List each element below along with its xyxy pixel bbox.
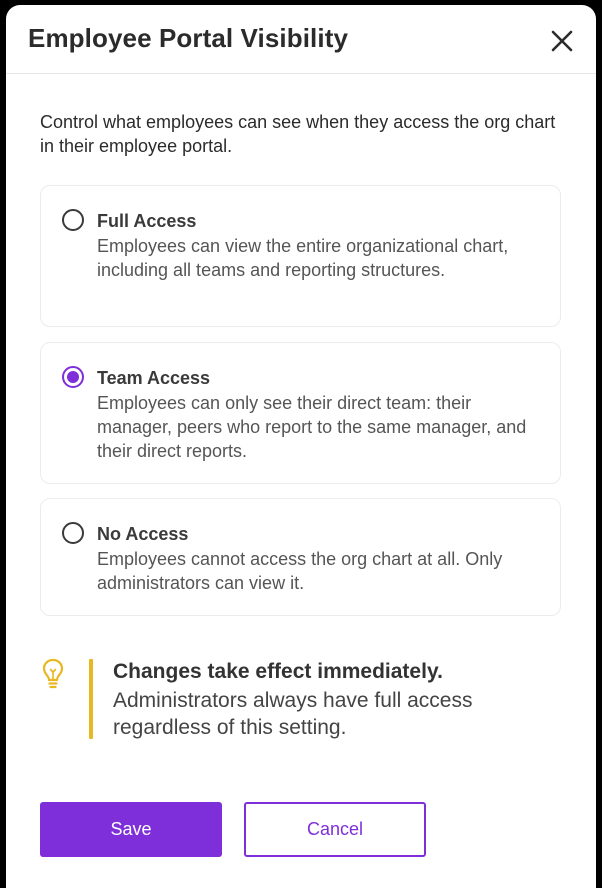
option-description: Employees can view the entire organizati… <box>97 236 509 280</box>
option-no-access[interactable]: No Access Employees cannot access the or… <box>40 498 561 616</box>
cancel-button[interactable]: Cancel <box>244 802 426 857</box>
option-title: Team Access <box>97 368 211 388</box>
dialog-title: Employee Portal Visibility <box>28 23 349 53</box>
radio-team-access[interactable] <box>62 366 84 388</box>
dialog-header: Employee Portal Visibility <box>6 5 596 74</box>
radio-full-access[interactable] <box>62 209 84 231</box>
notice-accent-bar <box>89 659 93 739</box>
notice-title: Changes take effect immediately. <box>113 660 443 683</box>
info-notice: Changes take effect immediately. Adminis… <box>36 655 576 745</box>
screen-background: Employee Portal Visibility Control what … <box>0 0 602 888</box>
dialog-description: Control what employees can see when they… <box>40 112 556 156</box>
option-title: Full Access <box>97 211 197 231</box>
option-title: No Access <box>97 524 189 544</box>
close-button[interactable] <box>546 25 578 57</box>
lightbulb-icon <box>42 658 64 689</box>
radio-no-access[interactable] <box>62 522 84 544</box>
option-team-access[interactable]: Team Access Employees can only see their… <box>40 342 561 484</box>
save-button[interactable]: Save <box>40 802 222 857</box>
option-description: Employees can only see their direct team… <box>97 393 527 461</box>
close-icon <box>551 30 573 52</box>
option-description: Employees cannot access the org chart at… <box>97 549 503 593</box>
option-full-access[interactable]: Full Access Employees can view the entir… <box>40 185 561 327</box>
notice-text: Administrators always have full access r… <box>113 689 473 739</box>
visibility-dialog: Employee Portal Visibility Control what … <box>6 5 596 888</box>
